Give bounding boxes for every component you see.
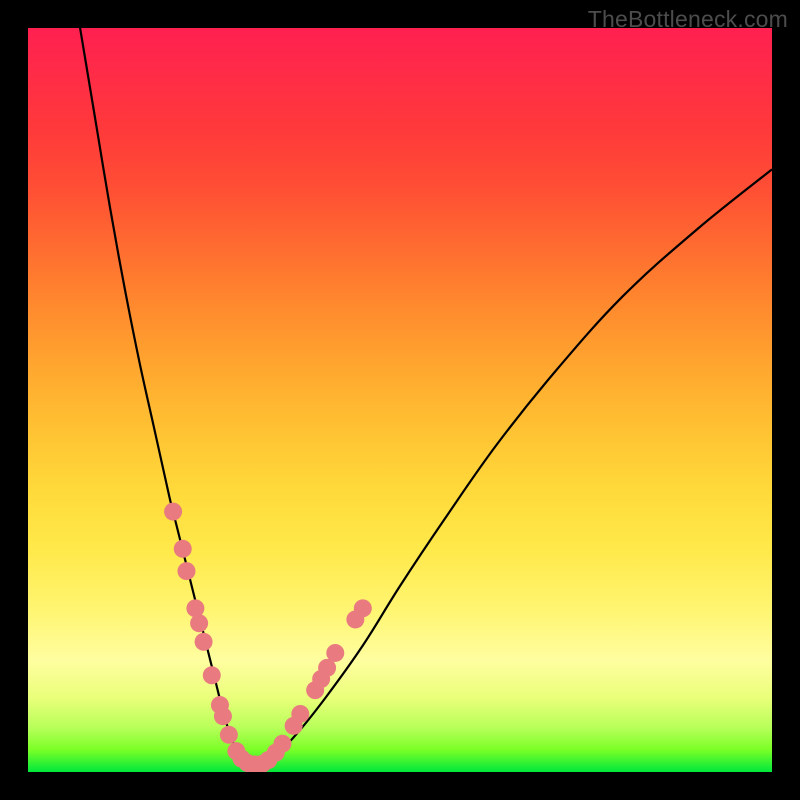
watermark-text: TheBottleneck.com — [588, 6, 788, 33]
curve-marker — [291, 705, 309, 723]
bottleneck-curve — [80, 28, 772, 765]
curve-markers — [164, 503, 372, 772]
curve-marker — [354, 599, 372, 617]
curve-marker — [195, 633, 213, 651]
curve-marker — [273, 735, 291, 753]
curve-marker — [203, 666, 221, 684]
curve-marker — [326, 644, 344, 662]
curve-marker — [220, 726, 238, 744]
curve-marker — [164, 503, 182, 521]
curve-marker — [177, 562, 195, 580]
chart-svg — [28, 28, 772, 772]
curve-marker — [190, 614, 208, 632]
chart-frame: TheBottleneck.com — [0, 0, 800, 800]
curve-marker — [214, 707, 232, 725]
curve-marker — [174, 540, 192, 558]
plot-area — [28, 28, 772, 772]
